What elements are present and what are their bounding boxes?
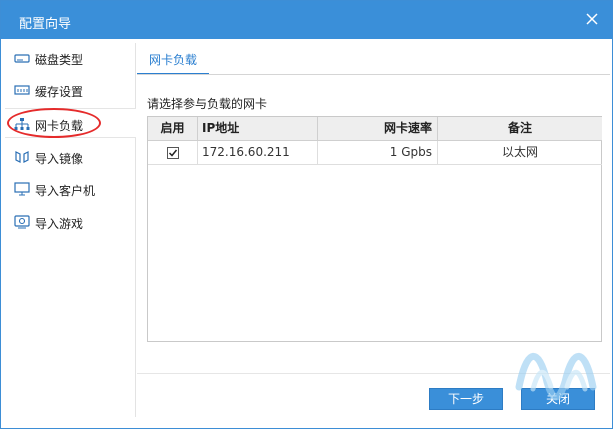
disk-icon bbox=[14, 54, 30, 63]
sidebar-item-import-image[interactable]: 导入镜像 bbox=[5, 142, 136, 172]
monitor-icon bbox=[14, 182, 30, 196]
tab-bar: 网卡负载 bbox=[137, 43, 610, 75]
close-icon[interactable] bbox=[582, 9, 602, 29]
main-panel: 网卡负载 请选择参与负载的网卡 启用 IP地址 网卡速率 备注 172.16.6… bbox=[137, 43, 610, 373]
column-header-ip[interactable]: IP地址 bbox=[198, 117, 318, 141]
instruction-text: 请选择参与负载的网卡 bbox=[147, 97, 268, 111]
sidebar-item-label: 导入镜像 bbox=[35, 152, 84, 166]
enable-checkbox[interactable] bbox=[167, 147, 179, 159]
sidebar-item-cache-settings[interactable]: 缓存设置 bbox=[5, 75, 136, 105]
column-header-speed[interactable]: 网卡速率 bbox=[318, 117, 438, 141]
memory-icon bbox=[14, 85, 30, 95]
sidebar-item-import-game[interactable]: 导入游戏 bbox=[5, 207, 136, 237]
check-icon bbox=[168, 149, 178, 157]
image-icon bbox=[15, 151, 29, 163]
title-bar: 配置向导 bbox=[1, 1, 612, 39]
table-row-enabled-cell bbox=[148, 141, 198, 165]
column-header-enabled[interactable]: 启用 bbox=[148, 117, 198, 141]
tab-divider bbox=[137, 74, 610, 75]
sidebar-item-label: 缓存设置 bbox=[35, 85, 84, 99]
sidebar-item-disk-type[interactable]: 磁盘类型 bbox=[5, 43, 136, 73]
game-icon bbox=[14, 215, 30, 229]
watermark-logo-icon bbox=[515, 352, 597, 401]
sidebar-item-label: 导入客户机 bbox=[35, 184, 96, 198]
sidebar-item-import-client[interactable]: 导入客户机 bbox=[5, 174, 136, 204]
window-title: 配置向导 bbox=[19, 17, 72, 32]
nic-table: 启用 IP地址 网卡速率 备注 172.16.60.211 1 Gpbs 以太网 bbox=[147, 116, 602, 342]
column-header-note[interactable]: 备注 bbox=[438, 117, 602, 141]
config-wizard-window: 配置向导 磁盘类型 缓存设置 网卡负载 导入镜像 导入客户机 导入游戏 网卡负载… bbox=[0, 0, 613, 429]
table-row-note: 以太网 bbox=[438, 141, 602, 165]
table-row-ip: 172.16.60.211 bbox=[198, 141, 318, 165]
sidebar-item-label: 磁盘类型 bbox=[35, 53, 84, 67]
tab-nic-load[interactable]: 网卡负载 bbox=[137, 51, 209, 75]
next-button[interactable]: 下一步 bbox=[429, 388, 503, 410]
sidebar: 磁盘类型 缓存设置 网卡负载 导入镜像 导入客户机 导入游戏 bbox=[5, 43, 136, 417]
highlight-annotation-circle bbox=[7, 108, 101, 138]
table-row-speed: 1 Gpbs bbox=[318, 141, 438, 165]
sidebar-item-label: 导入游戏 bbox=[35, 217, 84, 231]
